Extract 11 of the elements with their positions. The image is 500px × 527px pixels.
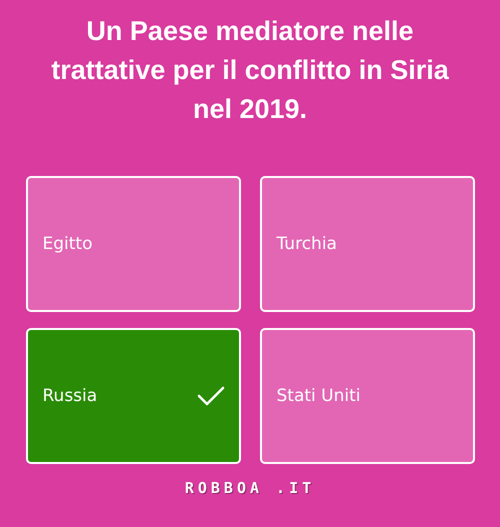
logo-text: ROBBOA .IT (184, 479, 316, 497)
answer-label: Turchia (276, 234, 337, 254)
answer-label: Russia (42, 386, 98, 406)
answer-option[interactable]: Turchia (260, 176, 474, 312)
answer-option[interactable]: Egitto (26, 176, 240, 312)
answer-label: Egitto (42, 234, 92, 254)
answer-label: Stati Uniti (276, 386, 360, 406)
question-text: Un Paese mediatore nelle trattative per il conflitto in Siria nel 2019. (50, 15, 450, 126)
checkmark-icon (196, 385, 224, 407)
answer-option[interactable]: Russia (26, 328, 240, 464)
answer-option[interactable]: Stati Uniti (260, 328, 474, 464)
